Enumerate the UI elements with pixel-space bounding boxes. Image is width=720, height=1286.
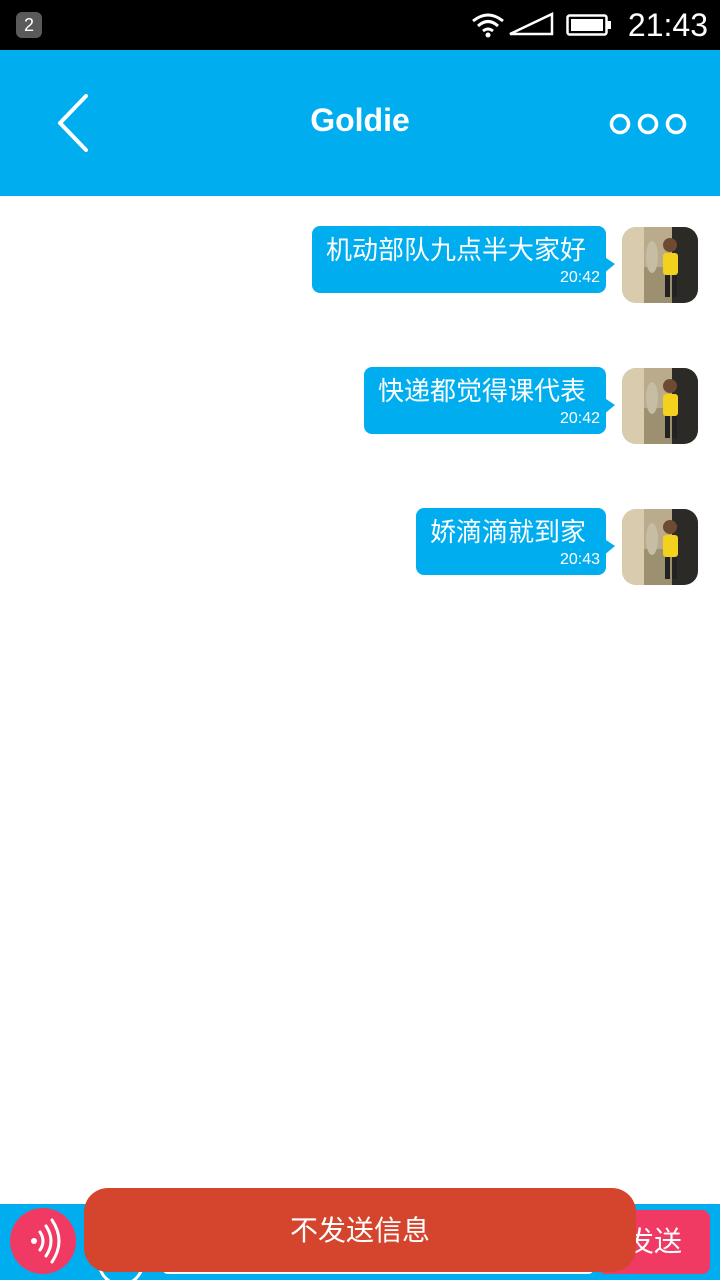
avatar[interactable] [622,368,698,444]
avatar[interactable] [622,227,698,303]
message-bubble[interactable]: 娇滴滴就到家 20:43 [415,508,616,575]
message-text: 娇滴滴就到家 [429,518,586,548]
message-text: 快递都觉得课代表 [377,377,586,407]
voice-wave-icon [31,1218,61,1264]
cancel-send-toast[interactable]: 不发送信息 [84,1188,636,1272]
message-bubble[interactable]: 机动部队九点半大家好 20:42 [311,226,616,293]
notification-badge: 2 [16,12,42,38]
wifi-icon [472,13,504,38]
signal-icon [509,12,554,36]
status-time: 21:43 [627,7,708,43]
status-bar: 2 21:43 [0,0,720,50]
chevron-left-icon[interactable] [48,88,108,158]
message-time: 20:42 [559,410,600,427]
message-row: 娇滴滴就到家 20:43 [0,508,720,588]
chat-title: Goldie [310,102,410,138]
more-dots-icon[interactable] [606,106,690,142]
message-row: 快递都觉得课代表 20:42 [0,367,720,447]
voice-button[interactable] [10,1208,76,1274]
message-text: 机动部队九点半大家好 [325,236,586,266]
chat-header: Goldie [0,50,720,196]
message-row: 机动部队九点半大家好 20:42 [0,226,720,306]
battery-icon [566,14,611,36]
message-time: 20:42 [559,269,600,286]
avatar[interactable] [622,509,698,585]
message-bubble[interactable]: 快递都觉得课代表 20:42 [363,367,616,434]
message-time: 20:43 [559,551,600,568]
